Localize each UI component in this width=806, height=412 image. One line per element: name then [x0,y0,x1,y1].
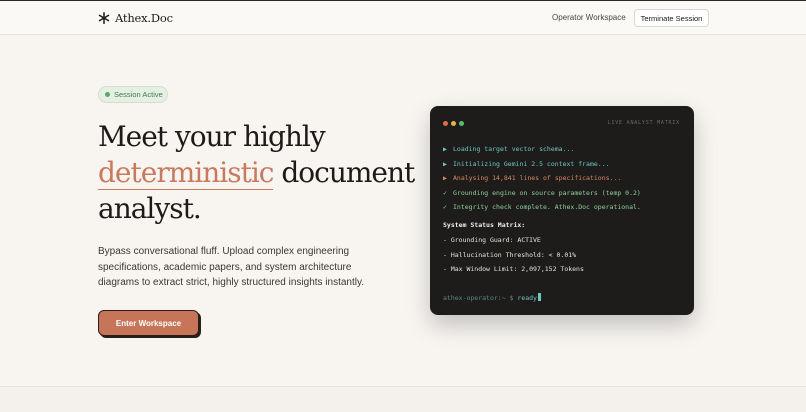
headline-part1: Meet your highly [98,120,326,153]
log-line: ▶ Analysing 14,841 lines of specification… [443,174,621,182]
prompt-text: athex-operator:~ $ [443,294,514,302]
footer [0,387,806,412]
close-dot-icon[interactable] [443,121,448,126]
play-icon: ▶ [443,174,447,182]
terminate-session-button[interactable]: Terminate Session [634,9,709,27]
maximize-dot-icon[interactable] [459,121,464,126]
hero-description: Bypass conversational fluff. Upload comp… [98,246,365,288]
prompt-command: ready [517,294,537,302]
enter-workspace-button[interactable]: Enter Workspace [98,310,199,336]
operator-workspace-link[interactable]: Operator Workspace [552,13,626,22]
log-line: ▶ Loading target vector schema... [443,145,574,153]
asterisk-icon [98,12,110,24]
session-status-badge: Session Active [98,86,168,103]
play-icon: ▶ [443,160,447,168]
log-line: ✓ Grounding engine on source parameters (… [443,189,641,197]
play-icon: ▶ [443,145,447,153]
status-dot-icon [105,92,110,97]
terminal-window: LIVE ANALYST MATRIX ▶ Loading target vect… [430,106,694,315]
log-text: Loading target vector schema... [453,145,575,153]
status-line: - Grounding Guard: ACTIVE [443,236,541,244]
status-heading: System Status Matrix: [443,221,526,229]
site-header: Athex.Doc Operator Workspace Terminate S… [0,1,806,35]
cursor-icon [537,293,541,301]
log-text: Integrity check complete. Athex.Doc oper… [453,203,641,211]
log-line: ✓ Integrity check complete. Athex.Doc ope… [443,203,641,211]
check-icon: ✓ [443,189,447,197]
log-text: Grounding engine on source parameters (t… [453,189,641,197]
command-prompt[interactable]: athex-operator:~ $ ready [443,293,541,302]
status-line: - Hallucination Threshold: < 0.01% [443,251,577,259]
status-line: - Max Window Limit: 2,097,152 Tokens [443,265,584,273]
minimize-dot-icon[interactable] [451,121,456,126]
badge-label: Session Active [114,90,163,99]
brand-logo[interactable]: Athex.Doc [98,11,173,25]
headline-accent-word: deterministic [98,156,274,190]
log-line: ▶ Initializing Gemini 2.5 context frame..… [443,160,610,168]
log-text: Initializing Gemini 2.5 context frame... [453,160,610,168]
log-text: Analysing 14,841 lines of specifications… [453,174,622,182]
terminal-title: LIVE ANALYST MATRIX [607,120,680,126]
window-controls [443,121,464,126]
hero-headline: Meet your highly deterministic document … [98,119,418,227]
check-icon: ✓ [443,203,447,211]
brand-name: Athex.Doc [115,11,173,25]
